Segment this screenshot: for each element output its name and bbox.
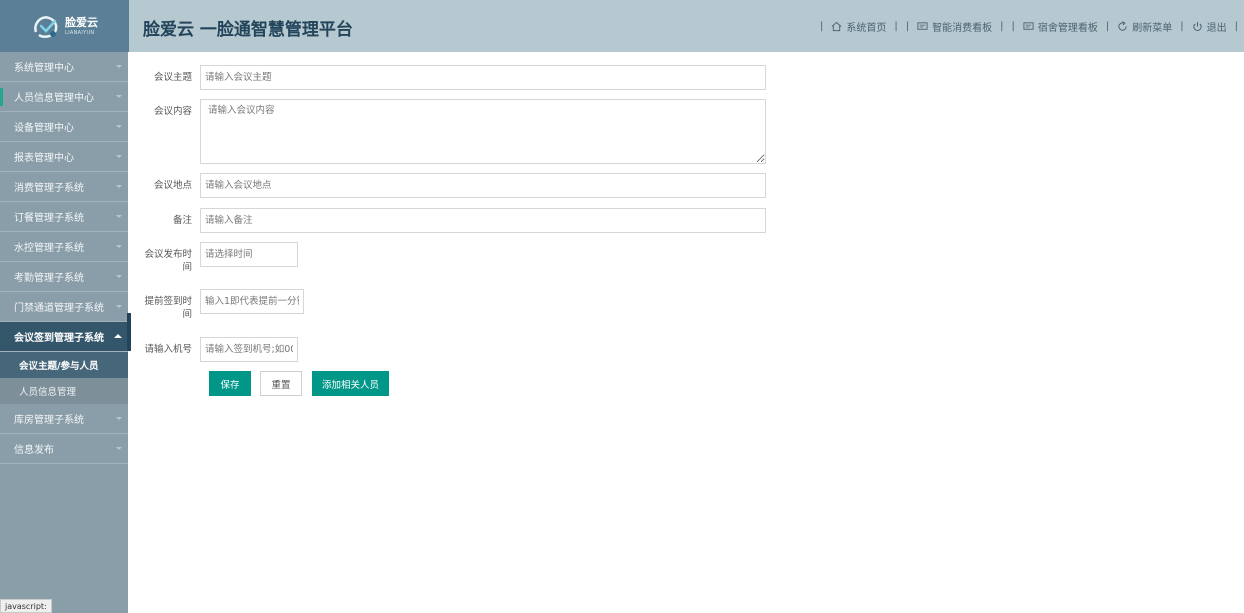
sidebar-item-label: 信息发布 (14, 445, 54, 456)
sidebar-subitem-label: 人员信息管理 (19, 387, 77, 398)
refresh-icon (1118, 21, 1127, 31)
form-row-remark: 备注 (140, 208, 766, 233)
nav-refresh-label: 刷新菜单 (1132, 23, 1173, 34)
logo[interactable]: 脸爱云 LIANAIYUN (0, 0, 129, 52)
logo-text-cn: 脸爱云 (65, 15, 98, 29)
status-bar: javascript: (0, 599, 52, 613)
chevron-down-icon (116, 65, 122, 68)
chevron-down-icon (116, 245, 122, 248)
sidebar-item-label: 会议签到管理子系统 (14, 333, 104, 344)
sidebar-item-label: 订餐管理子系统 (14, 213, 84, 224)
monitor-icon (1023, 22, 1034, 30)
top-nav: | 系统首页 | | 智能消费看板 | | 宿舍管理看板 | 刷新菜单 | 退出… (820, 19, 1238, 34)
form-row-publish-time: 会议发布时间 (140, 242, 298, 274)
sidebar-item-label: 消费管理子系统 (14, 183, 84, 194)
machine-no-input[interactable] (200, 337, 298, 362)
publish-time-label: 会议发布时间 (144, 249, 192, 273)
nav-home-link[interactable]: 系统首页 (831, 19, 886, 34)
sidebar-item-personnel[interactable]: 人员信息管理中心 (0, 82, 128, 112)
reset-button[interactable]: 重置 (260, 371, 302, 396)
sidebar-item-label: 设备管理中心 (14, 123, 74, 134)
sidebar-item-consume[interactable]: 消费管理子系统 (0, 172, 128, 202)
chevron-down-icon (116, 95, 122, 98)
advance-checkin-input[interactable] (200, 289, 304, 314)
app-title: 脸爱云 一脸通智慧管理平台 (143, 20, 353, 40)
sidebar-item-info-publish[interactable]: 信息发布 (0, 434, 128, 464)
home-icon (831, 21, 842, 32)
chevron-down-icon (116, 215, 122, 218)
chevron-down-icon (116, 447, 122, 450)
publish-time-input[interactable] (200, 242, 298, 267)
remark-label: 备注 (172, 215, 192, 226)
topic-input[interactable] (200, 65, 766, 90)
form-row-location: 会议地点 (140, 173, 766, 198)
logo-mark-icon (31, 12, 61, 40)
form-row-machine-no: 请输入机号 (140, 337, 298, 362)
machine-no-label: 请输入机号 (144, 344, 192, 355)
sidebar-item-water[interactable]: 水控管理子系统 (0, 232, 128, 262)
chevron-down-icon (116, 185, 122, 188)
sidebar-item-label: 门禁通道管理子系统 (14, 303, 104, 314)
chevron-up-icon (114, 334, 122, 338)
nav-consume-board-link[interactable]: 智能消费看板 (917, 19, 992, 34)
sidebar-item-meeting[interactable]: 会议签到管理子系统 (0, 322, 128, 352)
chevron-down-icon (116, 155, 122, 158)
advance-checkin-label: 提前签到时间 (144, 296, 192, 320)
sidebar-item-label: 水控管理子系统 (14, 243, 84, 254)
sidebar-item-ordering[interactable]: 订餐管理子系统 (0, 202, 128, 232)
monitor-icon (917, 22, 928, 30)
top-header: 脸爱云 LIANAIYUN 脸爱云 一脸通智慧管理平台 | 系统首页 | | 智… (0, 0, 1244, 52)
nav-consume-board-label: 智能消费看板 (932, 23, 993, 34)
logo-text-en: LIANAIYUN (65, 29, 95, 36)
chevron-down-icon (116, 417, 122, 420)
sidebar-item-label: 库房管理子系统 (14, 415, 84, 426)
nav-logout-link[interactable]: 退出 (1192, 19, 1227, 34)
sidebar-subitem-meeting-topics[interactable]: 会议主题/参与人员 (0, 352, 128, 378)
chevron-down-icon (116, 305, 122, 308)
remark-input[interactable] (200, 208, 766, 233)
sidebar-item-system[interactable]: 系统管理中心 (0, 52, 128, 82)
nav-logout-label: 退出 (1206, 23, 1227, 34)
power-icon (1192, 21, 1202, 31)
active-menu-indicator (127, 313, 131, 351)
save-button[interactable]: 保存 (209, 371, 251, 396)
form-row-content: 会议内容 (140, 99, 766, 164)
sidebar: 系统管理中心 人员信息管理中心 设备管理中心 报表管理中心 消费管理子系统 订餐… (0, 52, 128, 613)
add-people-button[interactable]: 添加相关人员 (312, 371, 389, 396)
nav-home-label: 系统首页 (846, 23, 887, 34)
location-label: 会议地点 (153, 180, 192, 191)
sidebar-item-warehouse[interactable]: 库房管理子系统 (0, 404, 128, 434)
chevron-down-icon (116, 275, 122, 278)
sidebar-item-label: 报表管理中心 (14, 153, 74, 164)
nav-dorm-board-link[interactable]: 宿舍管理看板 (1023, 19, 1098, 34)
sidebar-item-access[interactable]: 门禁通道管理子系统 (0, 292, 128, 322)
content-label: 会议内容 (153, 106, 192, 117)
nav-dorm-board-label: 宿舍管理看板 (1037, 23, 1098, 34)
form-row-topic: 会议主题 (140, 65, 766, 90)
chevron-down-icon (116, 125, 122, 128)
sidebar-subitem-label: 会议主题/参与人员 (19, 361, 99, 372)
sidebar-subitem-personnel-info[interactable]: 人员信息管理 (0, 378, 128, 404)
sidebar-item-attendance[interactable]: 考勤管理子系统 (0, 262, 128, 292)
content-textarea[interactable] (200, 99, 766, 164)
sidebar-item-report[interactable]: 报表管理中心 (0, 142, 128, 172)
location-input[interactable] (200, 173, 766, 198)
sidebar-item-label: 考勤管理子系统 (14, 273, 84, 284)
sidebar-item-label: 人员信息管理中心 (14, 93, 94, 104)
sidebar-item-device[interactable]: 设备管理中心 (0, 112, 128, 142)
nav-refresh-link[interactable]: 刷新菜单 (1117, 19, 1172, 34)
sidebar-item-label: 系统管理中心 (14, 63, 74, 74)
form-row-advance-checkin: 提前签到时间 (140, 289, 304, 321)
topic-label: 会议主题 (153, 72, 192, 83)
